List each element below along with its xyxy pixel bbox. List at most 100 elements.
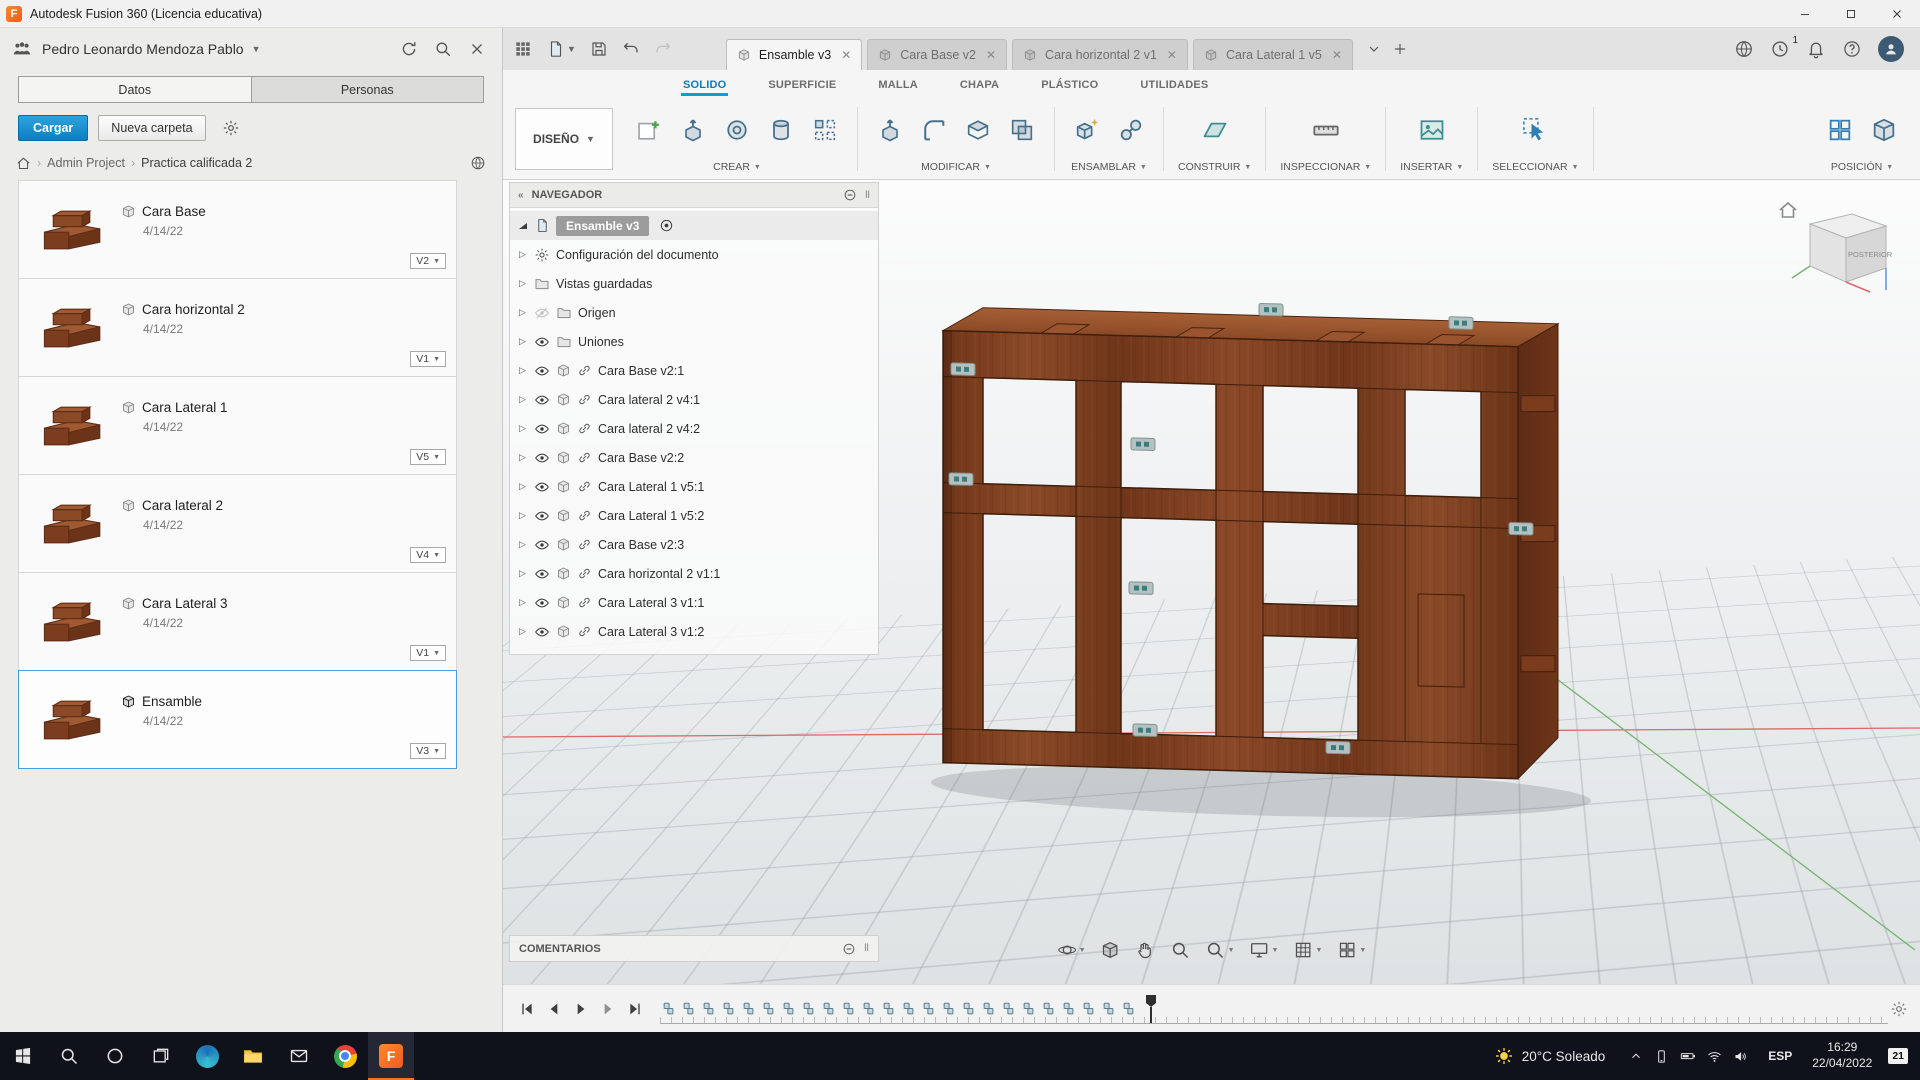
refresh-button[interactable] [396,36,422,62]
select-icon[interactable] [1517,112,1553,148]
phone-link-icon[interactable] [1654,1049,1669,1064]
zoom-icon[interactable] [1171,940,1191,960]
new-sketch-icon[interactable] [631,112,667,148]
user-name[interactable]: Pedro Leonardo Mendoza Pablo [42,41,244,57]
visibility-eye-icon[interactable] [534,624,550,640]
ribbon-tab-utilidades[interactable]: UTILIDADES [1138,74,1210,96]
joint-icon[interactable] [1113,112,1149,148]
shell-icon[interactable] [960,112,996,148]
navigator-row[interactable]: ▷ Cara Base v2:2 [510,443,878,472]
edge-app-icon[interactable] [184,1032,230,1080]
expander-icon[interactable]: ▷ [517,307,528,318]
list-item-selected[interactable]: Ensamble 4/14/22 V3▼ [18,670,457,769]
upload-button[interactable]: Cargar [18,115,88,141]
group-modificar-menu[interactable]: MODIFICAR▼ [921,158,991,177]
visibility-eye-icon[interactable] [534,334,550,350]
close-panel-button[interactable] [464,36,490,62]
breadcrumb-folder[interactable]: Practica calificada 2 [141,156,252,170]
comments-panel[interactable]: COMENTARIOS ‖ [509,935,879,962]
language-indicator[interactable]: ESP [1758,1049,1802,1063]
expander-icon[interactable]: ▷ [517,539,528,550]
go-to-start-button[interactable] [515,997,538,1020]
help-icon[interactable] [1842,39,1862,59]
navigator-row[interactable]: ▷ Cara horizontal 2 v1:1 [510,559,878,588]
workspace-dropdown[interactable]: DISEÑO ▼ [515,108,613,170]
extension-globe-icon[interactable] [1734,39,1754,59]
navigator-row[interactable]: ▷ Vistas guardadas [510,269,878,298]
look-at-icon[interactable] [1101,940,1121,960]
ribbon-tab-plastico[interactable]: PLÁSTICO [1039,74,1100,96]
expander-icon[interactable]: ▷ [517,481,528,492]
minimize-panel-icon[interactable] [843,188,857,202]
navigator-row[interactable]: ▷ Cara Lateral 1 v5:1 [510,472,878,501]
navigator-row[interactable]: ▷ Cara lateral 2 v4:1 [510,385,878,414]
visibility-eye-icon[interactable] [534,479,550,495]
close-button[interactable] [1874,0,1920,27]
tab-close-icon[interactable]: ✕ [986,48,996,62]
tab-close-icon[interactable]: ✕ [841,48,851,62]
navigator-row[interactable]: ▷ Cara Lateral 3 v1:2 [510,617,878,646]
ribbon-tab-solido[interactable]: SOLIDO [681,74,728,96]
group-crear-menu[interactable]: CREAR▼ [713,158,761,177]
team-icon[interactable] [12,39,32,59]
coil-icon[interactable] [763,112,799,148]
group-construir-menu[interactable]: CONSTRUIR▼ [1178,158,1251,177]
navigator-root-row[interactable]: Ensamble v3 [510,211,878,240]
activate-radio-icon[interactable] [659,218,674,233]
item-version-badge[interactable]: V3▼ [410,743,446,759]
navigator-row[interactable]: ▷ Origen [510,298,878,327]
document-tab[interactable]: Cara Lateral 1 v5 ✕ [1193,39,1353,70]
navigator-row[interactable]: ▷ Cara Base v2:3 [510,530,878,559]
visibility-eye-icon[interactable] [534,392,550,408]
navigator-row[interactable]: ▷ Cara Base v2:1 [510,356,878,385]
taskbar-clock[interactable]: 16:29 22/04/2022 [1802,1040,1882,1071]
list-item[interactable]: Cara Base 4/14/22 V2▼ [18,180,457,279]
viewports-icon[interactable]: ▼ [1337,940,1366,960]
visibility-eye-icon[interactable] [534,508,550,524]
item-version-badge[interactable]: V4▼ [410,547,446,563]
new-component-icon[interactable] [1069,112,1105,148]
taskbar-search-button[interactable] [46,1032,92,1080]
visibility-eye-icon[interactable] [534,363,550,379]
revert-position-icon[interactable] [1866,112,1902,148]
tab-datos[interactable]: Datos [19,77,251,102]
expander-icon[interactable]: ▷ [517,568,528,579]
panel-drag-handle[interactable]: ‖ [865,190,870,201]
job-status-button[interactable]: 1 [1770,39,1790,59]
expander-icon[interactable]: ▷ [517,423,528,434]
orbit-icon[interactable]: ▼ [1057,940,1086,960]
minimize-button[interactable] [1782,0,1828,27]
visibility-eye-icon[interactable] [534,566,550,582]
expander-icon[interactable]: ▷ [517,365,528,376]
cortana-button[interactable] [92,1032,138,1080]
tray-expand-chevron-icon[interactable] [1629,1049,1643,1063]
speaker-icon[interactable] [1733,1049,1748,1064]
list-item[interactable]: Cara Lateral 3 4/14/22 V1▼ [18,572,457,671]
ribbon-tab-superficie[interactable]: SUPERFICIE [766,74,838,96]
extrude-icon[interactable] [675,112,711,148]
3d-model-ensamble[interactable] [921,288,1621,833]
new-folder-button[interactable]: Nueva carpeta [98,115,205,141]
avatar[interactable] [1878,36,1904,62]
expander-icon[interactable]: ▷ [517,336,528,347]
view-cube[interactable]: POSTERIOR [1774,194,1894,303]
timeline-settings-gear-icon[interactable] [1890,1000,1908,1018]
chrome-app-icon[interactable] [322,1032,368,1080]
search-button[interactable] [430,36,456,62]
viewport-3d[interactable]: « NAVEGADOR ‖ Ensamble v3 [503,180,1920,984]
navigator-row[interactable]: ▷ Configuración del documento [510,240,878,269]
grid-settings-icon[interactable]: ▼ [1293,940,1322,960]
play-button[interactable] [569,997,592,1020]
fillet-icon[interactable] [916,112,952,148]
tab-close-icon[interactable]: ✕ [1167,48,1177,62]
redo-icon[interactable] [654,40,672,58]
group-seleccionar-menu[interactable]: SELECCIONAR▼ [1492,158,1578,177]
app-grid-icon[interactable] [513,39,533,59]
web-link-globe-icon[interactable] [470,155,486,171]
visibility-eye-icon[interactable] [534,450,550,466]
panel-settings-gear-icon[interactable] [222,119,240,137]
start-button[interactable] [0,1032,46,1080]
mail-app-icon[interactable] [276,1032,322,1080]
navigator-row[interactable]: ▷ Cara lateral 2 v4:2 [510,414,878,443]
ribbon-tab-malla[interactable]: MALLA [876,74,920,96]
